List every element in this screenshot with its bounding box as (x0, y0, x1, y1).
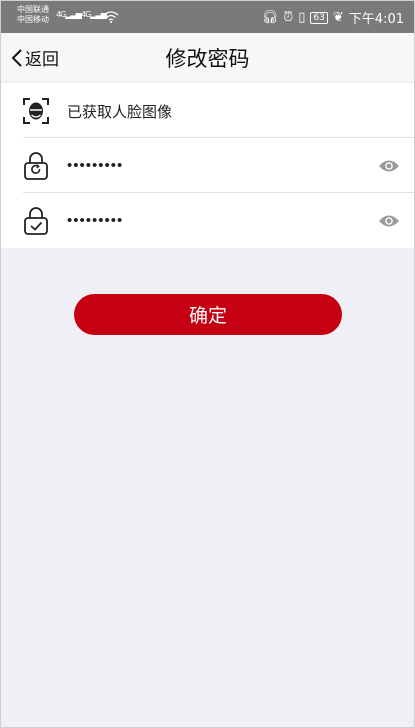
headset-icon: 🎧︎ (261, 10, 279, 25)
lock-check-icon (24, 207, 48, 235)
eye-icon[interactable] (378, 159, 400, 173)
status-right: 🎧︎ ⏰︎ ▯ 63 ❦ 下午4:01 (262, 8, 404, 27)
confirm-password-row (1, 193, 414, 248)
face-scan-icon (23, 98, 49, 124)
new-password-input[interactable] (67, 154, 317, 176)
lock-reset-icon (24, 152, 48, 180)
battery-icon: 63 (310, 11, 328, 24)
carrier-1: 中国联通 (17, 5, 49, 14)
carrier-labels: 中国联通 中国移动 (17, 5, 49, 25)
status-bar: 中国联通 中国移动 4G▂▃▅ 4G▂▃▅ 🎧︎ ⏰︎ ▯ 63 ❦ 下午4:0… (1, 1, 414, 33)
password-form: 已获取人脸图像 (1, 83, 414, 248)
wifi-icon (103, 11, 119, 23)
face-capture-label: 已获取人脸图像 (67, 103, 173, 121)
page-title: 修改密码 (165, 47, 250, 71)
new-password-row (1, 138, 414, 193)
app-screen: 中国联通 中国移动 4G▂▃▅ 4G▂▃▅ 🎧︎ ⏰︎ ▯ 63 ❦ 下午4:0… (0, 0, 415, 728)
leaf-icon: ❦ (332, 10, 344, 25)
carrier-2: 中国移动 (17, 15, 49, 24)
vibrate-icon: ▯ (298, 10, 306, 25)
nav-bar: 返回 修改密码 (1, 33, 414, 81)
alarm-icon: ⏰︎ (283, 10, 294, 25)
signal-icon: 4G▂▃▅ (56, 10, 82, 19)
confirm-password-input[interactable] (67, 209, 317, 231)
status-time: 下午4:01 (348, 12, 404, 27)
confirm-button[interactable]: 确定 (74, 294, 342, 335)
eye-icon[interactable] (378, 214, 400, 228)
face-capture-row[interactable]: 已获取人脸图像 (1, 83, 414, 138)
